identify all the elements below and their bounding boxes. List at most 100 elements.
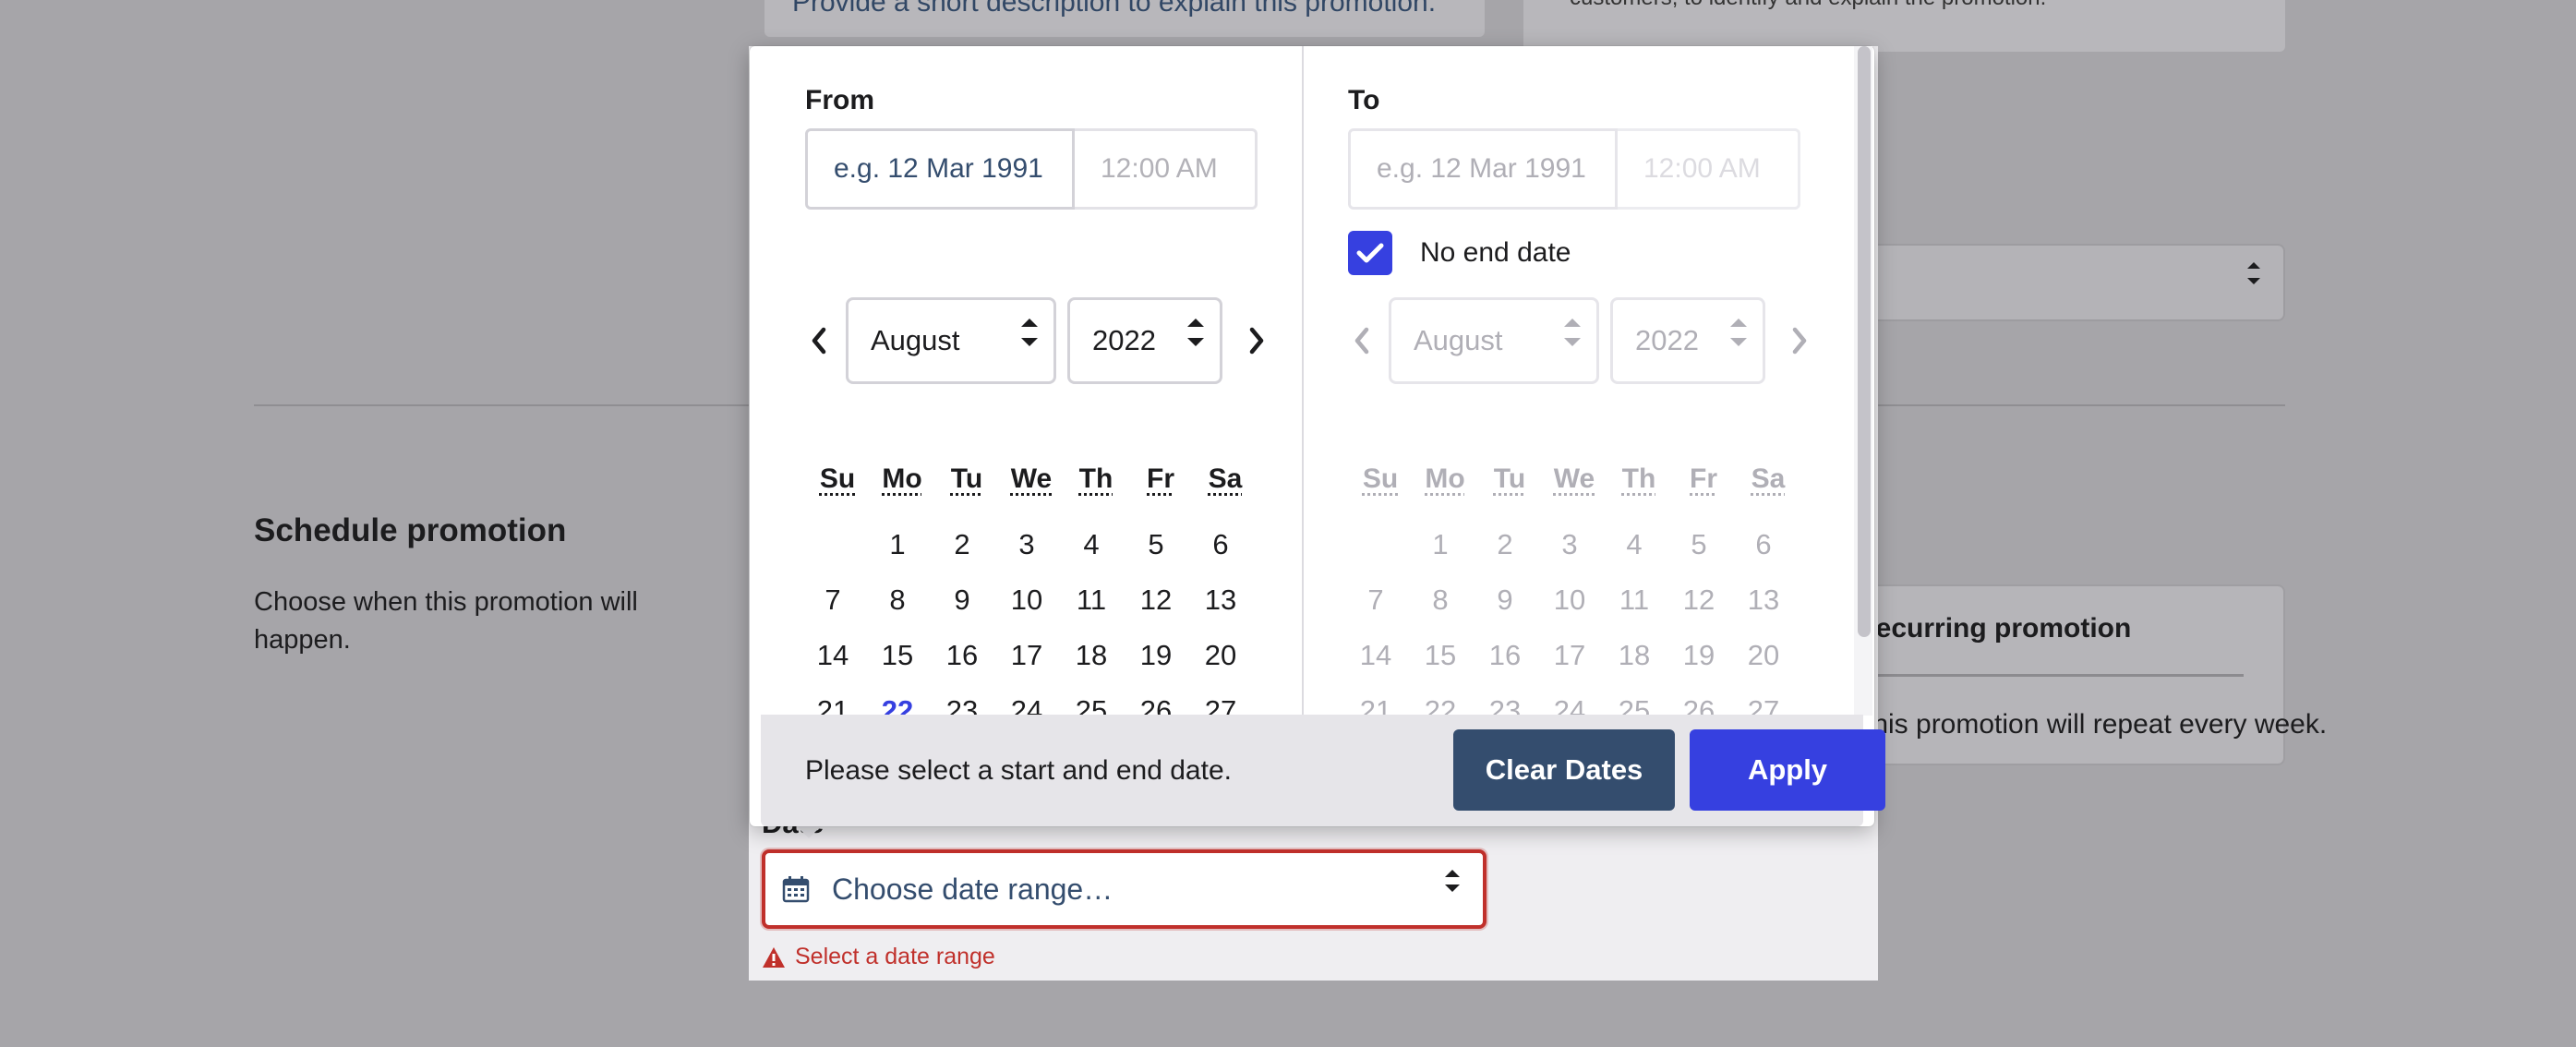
from-day-cell[interactable]: 13 bbox=[1188, 572, 1253, 628]
from-month-nav: August 2022 bbox=[805, 297, 1270, 384]
from-datetime-row: e.g. 12 Mar 1991 12:00 AM bbox=[805, 128, 1258, 210]
prev-month-icon bbox=[1348, 322, 1376, 359]
to-weekday-header: Su Mo Tu We Th Fr Sa bbox=[1348, 463, 1800, 495]
from-day-grid: 1 2 3 4 5 6 7 8 9 10 11 12 13 14 15 16 17 18 19 20 21 22 23 24 2… bbox=[800, 517, 1253, 716]
from-day-cell[interactable]: 27 bbox=[1188, 683, 1253, 716]
warning-icon bbox=[763, 946, 785, 968]
from-day-cell[interactable]: 23 bbox=[930, 683, 994, 716]
to-time-input: 12:00 AM bbox=[1618, 128, 1800, 210]
year-spin-icon bbox=[1729, 317, 1748, 348]
to-day-cell: 16 bbox=[1488, 639, 1522, 671]
from-day-cell[interactable]: 6 bbox=[1188, 517, 1253, 572]
from-day-cell[interactable]: 21 bbox=[800, 683, 865, 716]
from-day-cell[interactable]: 9 bbox=[930, 572, 994, 628]
from-day-cell[interactable]: 15 bbox=[865, 628, 930, 683]
to-day-cell: 3 bbox=[1561, 528, 1578, 560]
picker-footer: Please select a start and end date. Clea… bbox=[761, 715, 1885, 826]
to-month-value: August bbox=[1414, 324, 1503, 356]
to-day-cell: 10 bbox=[1553, 584, 1586, 616]
next-month-icon bbox=[1786, 322, 1813, 359]
from-day-cell[interactable]: 25 bbox=[1059, 683, 1124, 716]
section-description: Choose when this promotion will happen. bbox=[254, 587, 638, 655]
month-spin-icon bbox=[1020, 317, 1039, 348]
to-day-cell: 25 bbox=[1618, 694, 1651, 716]
from-day-cell[interactable]: 8 bbox=[865, 572, 930, 628]
from-date-input[interactable]: e.g. 12 Mar 1991 bbox=[805, 128, 1075, 210]
to-label: To bbox=[1348, 85, 1380, 115]
clear-dates-button[interactable]: Clear Dates bbox=[1453, 729, 1675, 811]
to-day-cell: 21 bbox=[1359, 694, 1392, 716]
from-day-cell[interactable]: 2 bbox=[930, 517, 994, 572]
to-day-cell: 17 bbox=[1553, 639, 1586, 671]
weekday-label: Th bbox=[1078, 463, 1113, 494]
date-range-input[interactable]: Choose date range… bbox=[762, 849, 1487, 929]
from-day-cell[interactable]: 17 bbox=[994, 628, 1059, 683]
to-day-cell: 24 bbox=[1553, 694, 1586, 716]
from-day-cell[interactable]: 10 bbox=[994, 572, 1059, 628]
to-date-input: e.g. 12 Mar 1991 bbox=[1348, 128, 1618, 210]
from-year-value: 2022 bbox=[1092, 324, 1156, 356]
recurring-card-divider bbox=[1856, 674, 2244, 677]
weekday-label: We bbox=[1553, 463, 1595, 494]
from-year-select[interactable]: 2022 bbox=[1067, 297, 1222, 384]
from-day-cell[interactable]: 11 bbox=[1059, 572, 1124, 628]
picker-scrollbar-thumb[interactable] bbox=[1858, 46, 1871, 637]
next-month-icon[interactable] bbox=[1243, 322, 1270, 359]
from-day-cell[interactable]: 4 bbox=[1059, 517, 1124, 572]
from-day-cell[interactable]: 18 bbox=[1059, 628, 1124, 683]
to-datetime-row: e.g. 12 Mar 1991 12:00 AM bbox=[1348, 128, 1800, 210]
recurring-card-title: Recurring promotion bbox=[1856, 613, 2132, 644]
to-day-cell: 11 bbox=[1619, 584, 1650, 616]
apply-button[interactable]: Apply bbox=[1690, 729, 1885, 811]
weekday-label: Mo bbox=[882, 463, 922, 494]
prev-month-icon[interactable] bbox=[805, 322, 833, 359]
to-day-cell: 9 bbox=[1497, 584, 1513, 616]
from-label: From bbox=[805, 85, 874, 115]
calendar-icon bbox=[782, 876, 810, 903]
to-day-cell: 12 bbox=[1682, 584, 1715, 616]
weekday-label: Su bbox=[1362, 463, 1399, 494]
to-day-cell: 6 bbox=[1755, 528, 1772, 560]
from-pane: From e.g. 12 Mar 1991 12:00 AM August 20… bbox=[750, 46, 1304, 716]
recurring-card-text: This promotion will repeat every week. bbox=[1856, 709, 2328, 740]
to-day-cell: 22 bbox=[1424, 694, 1457, 716]
date-range-picker: From e.g. 12 Mar 1991 12:00 AM August 20… bbox=[750, 46, 1885, 826]
to-day-cell: 1 bbox=[1432, 528, 1449, 560]
date-range-spin-icon bbox=[1444, 868, 1461, 894]
from-empty-cell bbox=[800, 517, 865, 572]
checkmark-icon bbox=[1356, 243, 1384, 263]
to-day-grid: 1 2 3 4 5 6 7 8 9 10 11 12 13 14 15 16 17 18 19 20 21 22 23 24 2… bbox=[1343, 517, 1796, 716]
from-time-input[interactable]: 12:00 AM bbox=[1075, 128, 1258, 210]
from-day-cell[interactable]: 19 bbox=[1124, 628, 1188, 683]
to-empty-cell bbox=[1343, 517, 1408, 572]
from-weekday-header: Su Mo Tu We Th Fr Sa bbox=[805, 463, 1258, 495]
from-day-cell[interactable]: 26 bbox=[1124, 683, 1188, 716]
to-month-select: August bbox=[1389, 297, 1599, 384]
weekday-label: Tu bbox=[1493, 463, 1526, 494]
date-range-placeholder: Choose date range… bbox=[832, 872, 1113, 906]
from-day-cell[interactable]: 7 bbox=[800, 572, 865, 628]
from-day-cell[interactable]: 12 bbox=[1124, 572, 1188, 628]
from-day-cell[interactable]: 3 bbox=[994, 517, 1059, 572]
no-end-date-option[interactable]: No end date bbox=[1348, 231, 1571, 275]
from-month-value: August bbox=[871, 324, 960, 356]
from-day-cell[interactable]: 20 bbox=[1188, 628, 1253, 683]
weekday-label: Su bbox=[819, 463, 856, 494]
to-day-cell: 2 bbox=[1497, 528, 1513, 560]
picker-status-message: Please select a start and end date. bbox=[805, 755, 1232, 786]
from-month-select[interactable]: August bbox=[846, 297, 1056, 384]
info-card-text: customers, to identify and explain the p… bbox=[1570, 0, 2046, 11]
no-end-date-checkbox[interactable] bbox=[1348, 231, 1392, 275]
to-day-cell: 18 bbox=[1618, 639, 1651, 671]
error-message: Select a date range bbox=[795, 944, 995, 969]
from-day-cell[interactable]: 1 bbox=[865, 517, 930, 572]
from-day-cell[interactable]: 22 bbox=[865, 683, 930, 716]
from-day-cell[interactable]: 5 bbox=[1124, 517, 1188, 572]
weekday-label: Sa bbox=[1208, 463, 1243, 494]
to-day-cell: 7 bbox=[1367, 584, 1384, 616]
from-day-cell[interactable]: 14 bbox=[800, 628, 865, 683]
weekday-label: Mo bbox=[1425, 463, 1465, 494]
from-day-cell[interactable]: 16 bbox=[930, 628, 994, 683]
from-day-cell[interactable]: 24 bbox=[994, 683, 1059, 716]
select-spin-icon bbox=[2246, 260, 2261, 286]
